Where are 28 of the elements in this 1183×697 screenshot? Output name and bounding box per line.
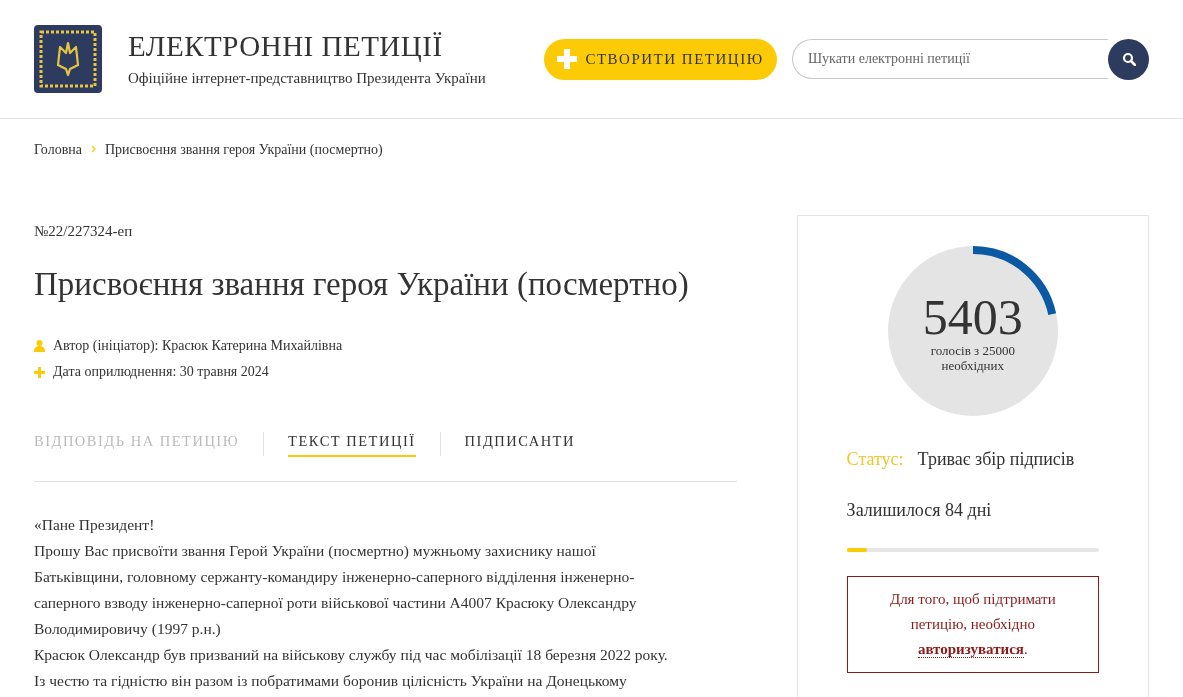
person-icon xyxy=(34,340,45,352)
meta-text: Дата оприлюднення: 30 травня 2024 xyxy=(53,363,269,381)
days-remaining: Залишилося 84 дні xyxy=(846,499,993,522)
vote-caption: необхідних xyxy=(941,358,1005,373)
login-link[interactable]: авторизуватися xyxy=(917,641,1024,658)
site-title: ЕЛЕКТРОННІ ПЕТИЦІЇ xyxy=(128,28,444,63)
coat-of-arms-logo[interactable] xyxy=(34,25,102,93)
site-subtitle: Офіційне інтернет-представництво Президента України xyxy=(128,68,487,88)
petition-number: №22/227324-еп xyxy=(34,222,134,241)
search-icon xyxy=(1121,52,1136,66)
status-label: Статус: xyxy=(846,448,904,471)
vote-caption: голосів з 25000 xyxy=(930,343,1015,358)
search-button[interactable] xyxy=(1108,38,1149,80)
meta-text: Автор (ініціатор): Красюк Катерина Михайлівна xyxy=(53,337,343,355)
chevron-icon xyxy=(91,145,96,153)
petition-title: Присвоєння звання героя України (посмертно) xyxy=(34,265,690,304)
breadcrumb-link[interactable]: Присвоєння звання героя України (посмертно) xyxy=(105,138,383,160)
notice-punctuation: . xyxy=(1023,641,1028,657)
status-value: Триває збір підписів xyxy=(917,448,1075,471)
search-field[interactable]: Шукати електронні петиції xyxy=(792,39,1108,79)
tab[interactable]: ТЕКСТ ПЕТИЦІЇ xyxy=(288,431,416,457)
plus-icon xyxy=(557,49,578,69)
tab[interactable]: ПІДПИСАНТИ xyxy=(464,431,575,457)
breadcrumb-link[interactable]: Головна xyxy=(34,138,82,160)
plus-icon xyxy=(34,366,45,378)
create-petition-button[interactable]: СТВОРИТИ ПЕТИЦІЮ xyxy=(544,38,777,80)
petition-text: «Пане Президент! Прошу Вас присвоїти звання Герой України (посмертно) мужньому захиснику нашої Батьківщини, головному сержанту-командиру інженерно-саперного відділення інженерно- саперного взводу інженерно-саперної роти військової частини А4007 Красюку Олександру Володимировичу (1997 р.н.) Красюк Олександр був призваний на військову службу під час мобілізації 18 березня 2022 року. Із честю та гідністю він разом із побратимами боронив цілісність України на Донецькому xyxy=(34,514,669,691)
vote-count: 5403 xyxy=(922,293,1023,341)
